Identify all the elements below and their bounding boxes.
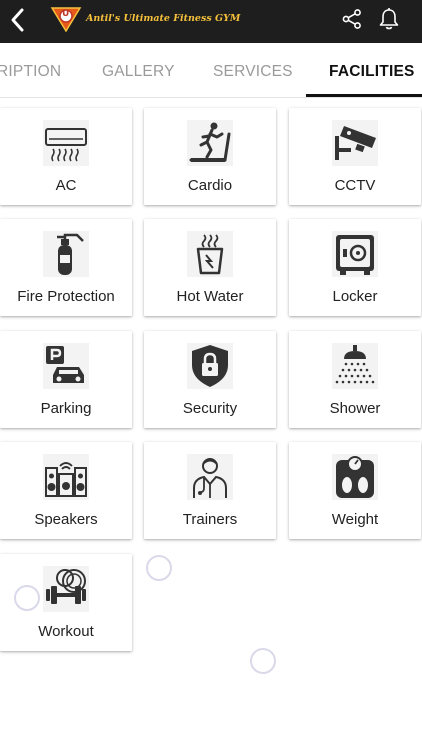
shower-icon (332, 343, 378, 389)
active-tab-indicator (306, 94, 422, 97)
fire-extinguisher-icon (43, 231, 89, 277)
facility-label: Shower (329, 400, 381, 417)
cctv-icon (332, 120, 378, 166)
facility-card-hot-water[interactable]: Hot Water (144, 219, 276, 316)
touch-ripple (250, 648, 276, 674)
facility-label: AC (55, 177, 77, 194)
touch-ripple (146, 555, 172, 581)
facility-label: Locker (332, 288, 378, 305)
facility-card-parking[interactable]: Parking (0, 331, 132, 428)
back-arrow-icon[interactable] (4, 5, 34, 35)
tab-bar: RIPTION GALLERY SERVICES FACILITIES (0, 43, 422, 98)
top-bar: U Antil's Ultimate Fitness GYM (0, 0, 422, 43)
app-screen: U Antil's Ultimate Fitness GYM RIPTION G… (0, 0, 422, 750)
share-icon[interactable] (341, 8, 363, 30)
facility-card-trainers[interactable]: Trainers (144, 442, 276, 539)
weight-scale-icon (332, 454, 378, 500)
facility-label: Fire Protection (17, 288, 115, 305)
security-lock-icon (187, 343, 233, 389)
trainer-icon (187, 454, 233, 500)
facility-card-security[interactable]: Security (144, 331, 276, 428)
facility-card-cctv[interactable]: CCTV (289, 108, 421, 205)
facility-card-locker[interactable]: Locker (289, 219, 421, 316)
facility-label: CCTV (334, 177, 376, 194)
logo-letter: U (62, 9, 70, 19)
facility-card-cardio[interactable]: Cardio (144, 108, 276, 205)
facility-card-ac[interactable]: AC (0, 108, 132, 205)
hot-water-icon (187, 231, 233, 277)
facility-label: Security (182, 400, 238, 417)
brand-name: Antil's Ultimate Fitness GYM (86, 13, 241, 24)
locker-icon (332, 231, 378, 277)
facility-card-weight[interactable]: Weight (289, 442, 421, 539)
facility-label: Trainers (182, 511, 238, 528)
facility-label: Hot Water (176, 288, 244, 305)
notification-bell-icon[interactable] (378, 7, 400, 31)
parking-icon (43, 343, 89, 389)
facility-label: Workout (38, 623, 94, 640)
ac-icon (43, 120, 89, 166)
touch-ripple (14, 585, 40, 611)
facility-label: Parking (40, 400, 92, 417)
dumbbell-icon (43, 566, 89, 612)
facility-card-shower[interactable]: Shower (289, 331, 421, 428)
tab-services[interactable]: SERVICES (213, 63, 293, 81)
facility-card-fire-protection[interactable]: Fire Protection (0, 219, 132, 316)
facility-card-speakers[interactable]: Speakers (0, 442, 132, 539)
speakers-icon (43, 454, 89, 500)
tab-facilities[interactable]: FACILITIES (329, 63, 415, 81)
facility-label: Cardio (187, 177, 233, 194)
treadmill-icon (187, 120, 233, 166)
facility-label: Weight (331, 511, 379, 528)
tab-gallery[interactable]: GALLERY (102, 63, 175, 81)
facility-label: Speakers (34, 511, 98, 528)
tab-subscription[interactable]: RIPTION (0, 63, 61, 81)
gym-logo: U (50, 6, 82, 33)
